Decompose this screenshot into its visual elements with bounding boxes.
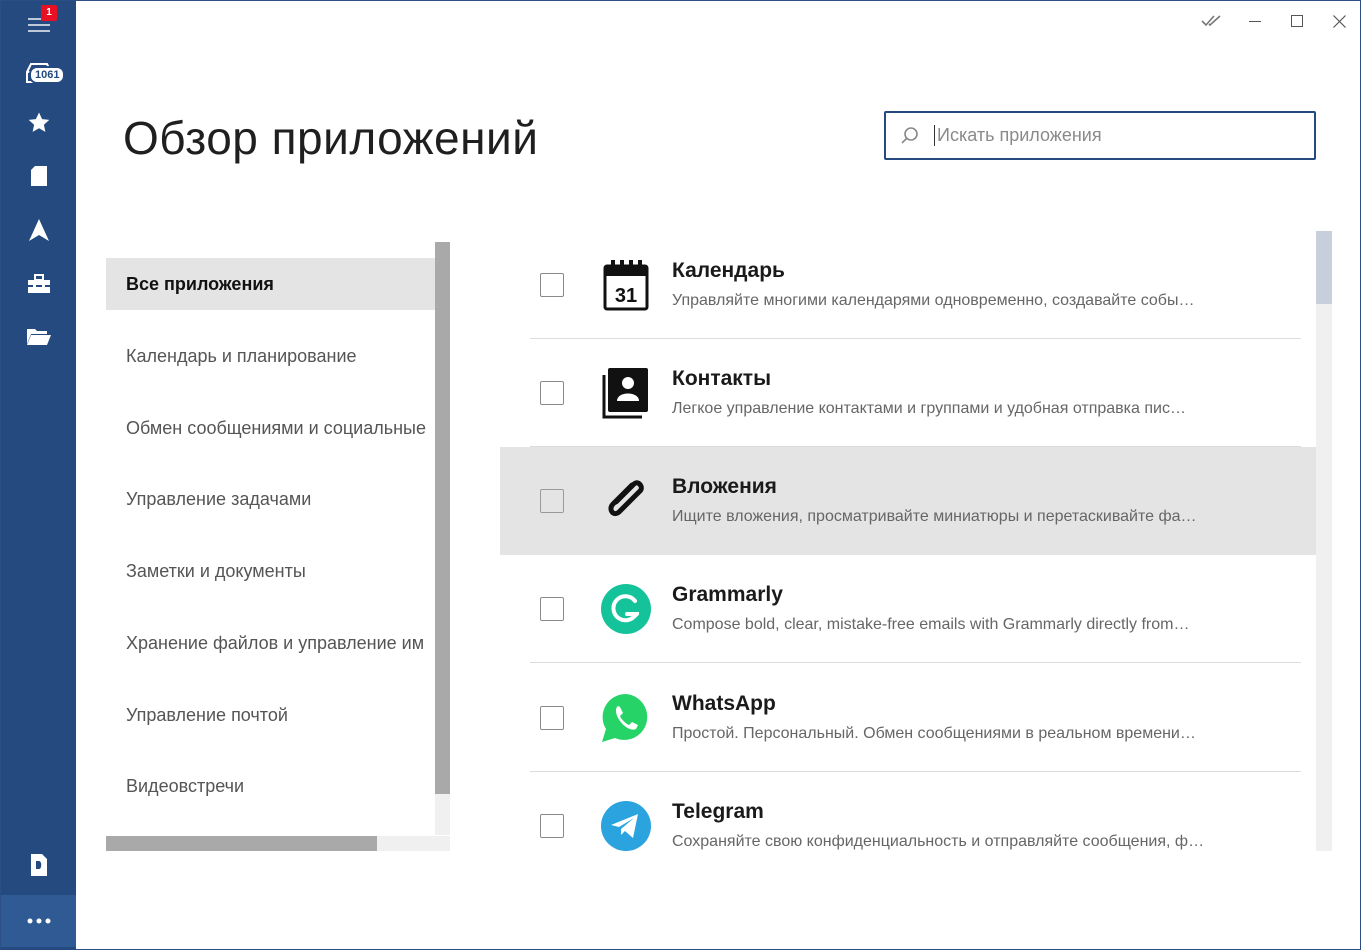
category-calendar[interactable]: Календарь и планирование [106,330,436,382]
app-name: WhatsApp [672,692,776,715]
menu-button[interactable]: 1 [1,1,76,49]
list-item-calendar[interactable]: 31 Календарь Управляйте многими календар… [500,231,1317,339]
mark-read-button[interactable] [1191,7,1234,35]
category-label: Хранение файлов и управление им [126,632,425,653]
category-video[interactable]: Видеовстречи [106,760,436,812]
favorites-button[interactable] [1,99,76,147]
app-description: Легкое управление контактами и группами … [672,400,1186,417]
app-checkbox[interactable] [540,706,564,730]
note-icon [30,166,47,186]
app-checkbox[interactable] [540,814,564,838]
app-checkbox[interactable] [540,273,564,297]
scrollbar-thumb[interactable] [435,242,450,794]
document-icon [30,854,47,876]
search-box[interactable] [884,111,1316,160]
paperclip-icon [600,475,652,527]
category-label: Управление задачами [126,488,312,509]
category-label: Видеовстречи [126,775,245,796]
telegram-icon [600,800,652,851]
app-name: Telegram [672,800,764,823]
list-item-telegram[interactable]: Telegram Сохраняйте свою конфиденциально… [500,772,1317,851]
maximize-icon [1291,15,1304,27]
minimize-icon [1248,21,1261,22]
list-item-grammarly[interactable]: Grammarly Compose bold, clear, mistake-f… [500,555,1317,663]
notification-badge: 1 [41,5,57,21]
search-icon [886,126,934,146]
app-checkbox[interactable] [540,489,564,513]
window-controls [1191,7,1361,35]
calendar-icon: 31 [600,259,652,311]
whatsapp-icon [600,692,652,744]
folder-open-icon [26,329,51,345]
contacts-icon [600,367,652,419]
documents-button[interactable] [1,841,76,889]
app-name: Контакты [672,367,772,390]
category-label: Обмен сообщениями и социальные [126,417,426,438]
category-mail[interactable]: Управление почтой [106,689,436,741]
category-all[interactable]: Все приложения [106,258,436,310]
app-name: Календарь [672,259,785,282]
scrollbar-thumb[interactable] [106,836,377,851]
navigation-arrow-icon [28,219,49,241]
app-window: 1 1061 Обзор приложений Искать приложени… [0,0,1361,950]
app-list: 31 Календарь Управляйте многими календар… [500,231,1332,851]
scrollbar-thumb[interactable] [1316,231,1332,304]
category-label: Заметки и документы [126,560,306,581]
app-description: Compose bold, clear, mistake-free emails… [672,616,1190,633]
app-description: Сохраняйте свою конфиденциальность и отп… [672,833,1205,850]
sidebar-rail: 1 1061 [1,1,76,950]
list-item-attachments[interactable]: Вложения Ищите вложения, просматривайте … [500,447,1317,555]
double-check-icon [1201,15,1221,27]
page-title: Обзор приложений [123,112,539,164]
list-item-whatsapp[interactable]: WhatsApp Простой. Персональный. Обмен со… [500,664,1317,772]
star-icon [28,112,49,132]
category-messaging[interactable]: Обмен сообщениями и социальные [106,402,436,454]
notes-button[interactable] [1,152,76,200]
app-checkbox[interactable] [540,381,564,405]
send-button[interactable] [1,206,76,254]
maximize-button[interactable] [1276,7,1319,35]
close-button[interactable] [1319,7,1361,35]
category-label: Все приложения [126,273,274,294]
inbox-count-badge: 1061 [29,66,66,84]
category-vertical-scrollbar[interactable] [435,242,450,835]
category-notes[interactable]: Заметки и документы [106,545,436,597]
app-description: Ищите вложения, просматривайте миниатюры… [672,508,1197,525]
folders-button[interactable] [1,312,76,360]
app-description: Простой. Персональный. Обмен сообщениями… [672,725,1196,742]
category-tasks[interactable]: Управление задачами [106,473,436,525]
category-label: Управление почтой [126,704,288,725]
search-input[interactable] [934,125,1294,146]
minimize-button[interactable] [1234,7,1277,35]
more-button[interactable] [1,895,76,947]
inbox-button[interactable]: 1061 [1,49,76,97]
app-name: Grammarly [672,583,783,606]
more-dots-icon [27,918,50,924]
close-icon [1333,14,1347,28]
category-file-storage[interactable]: Хранение файлов и управление им [106,617,436,669]
app-checkbox[interactable] [540,597,564,621]
app-description: Управляйте многими календарями одновреме… [672,292,1195,309]
category-horizontal-scrollbar[interactable] [106,836,450,851]
category-label: Календарь и планирование [126,345,357,366]
divider [530,662,1301,663]
grammarly-icon [600,583,652,635]
category-list: Все приложения Календарь и планирование … [106,242,451,852]
tools-button[interactable] [1,260,76,308]
list-item-contacts[interactable]: Контакты Легкое управление контактами и … [500,339,1317,447]
calendar-day-number: 31 [615,285,637,307]
app-list-scrollbar[interactable] [1316,231,1332,851]
toolbox-icon [27,274,50,293]
app-name: Вложения [672,475,777,498]
